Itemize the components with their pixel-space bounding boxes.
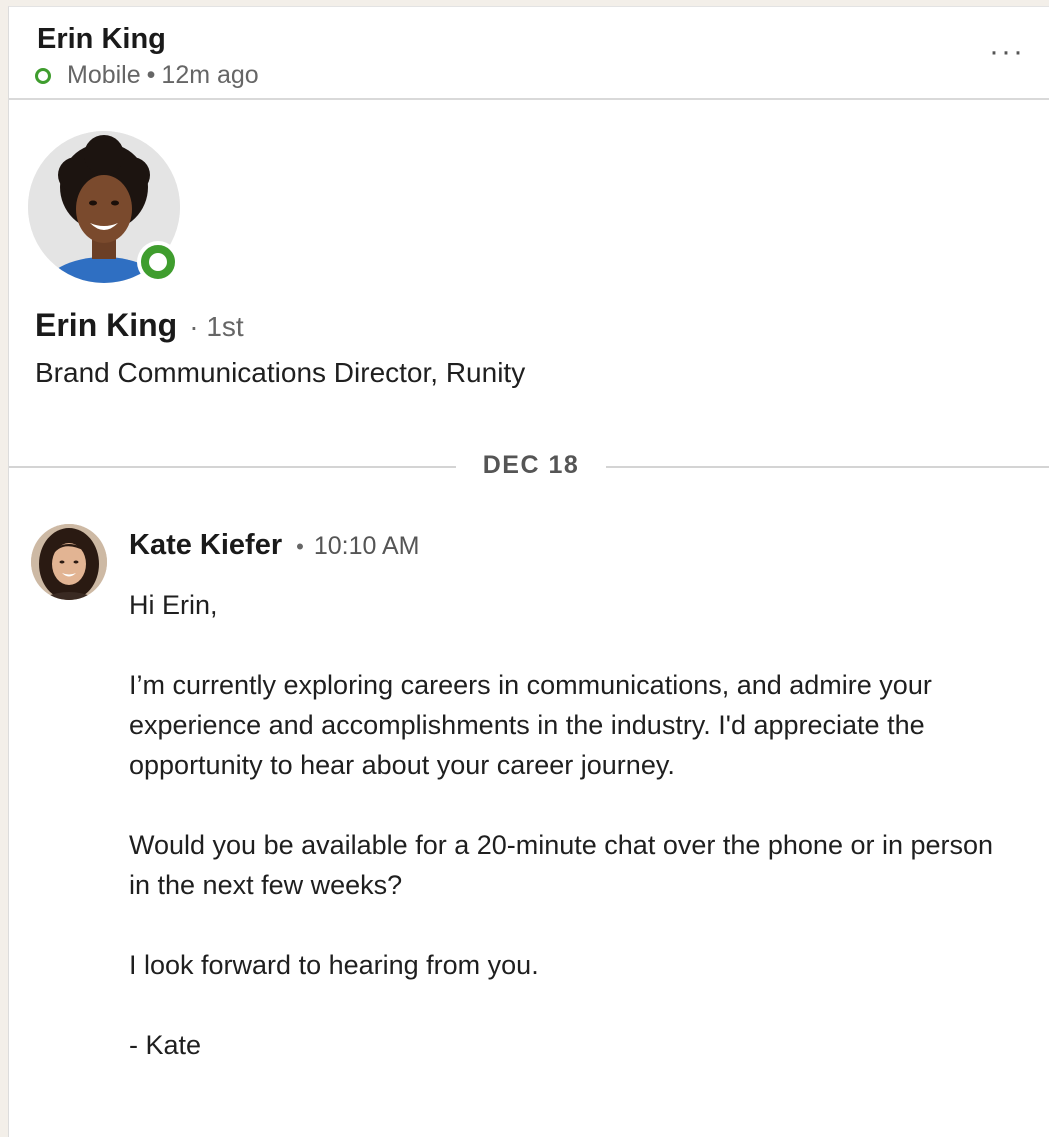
- online-presence-icon: [141, 245, 175, 279]
- divider-line-right: [606, 466, 1049, 468]
- sender-photo: [31, 524, 107, 600]
- profile-name[interactable]: Erin King: [35, 307, 177, 344]
- date-label: DEC 18: [482, 451, 580, 479]
- online-status-icon: [35, 67, 51, 84]
- message-paragraph: Hi Erin,: [129, 590, 218, 620]
- message-paragraph: - Kate: [129, 1030, 202, 1060]
- conversation-header: Erin King Mobile • 12m ago ···: [9, 7, 1049, 100]
- divider-line-left: [9, 466, 456, 468]
- message-paragraph: I look forward to hearing from you.: [129, 950, 539, 980]
- date-divider: DEC 18: [9, 449, 1049, 485]
- more-options-icon[interactable]: ···: [989, 35, 1025, 69]
- status-device: Mobile: [67, 61, 141, 89]
- status-time: 12m ago: [161, 61, 259, 89]
- sender-name[interactable]: Kate Kiefer: [129, 529, 282, 562]
- message-header: Kate Kiefer • 10:10 AM: [129, 529, 419, 562]
- message-body: Hi Erin, I’m currently exploring careers…: [129, 585, 1009, 1105]
- message-paragraph: I’m currently exploring careers in commu…: [129, 670, 932, 780]
- online-presence-badge: [137, 241, 179, 283]
- header-contact-name[interactable]: Erin King: [37, 23, 166, 56]
- sender-avatar[interactable]: [31, 524, 107, 600]
- status-separator: •: [146, 61, 156, 89]
- connection-degree: · 1st: [189, 311, 244, 342]
- message-time: 10:10 AM: [313, 532, 420, 560]
- header-status: Mobile • 12m ago: [35, 61, 259, 90]
- conversation-panel: Erin King Mobile • 12m ago ··· Erin King…: [8, 6, 1049, 1137]
- message-separator: •: [296, 534, 304, 559]
- message-paragraph: Would you be available for a 20-minute c…: [129, 830, 994, 900]
- profile-headline: Brand Communications Director, Runity: [35, 357, 526, 388]
- profile-name-row: Erin King · 1st: [35, 307, 244, 344]
